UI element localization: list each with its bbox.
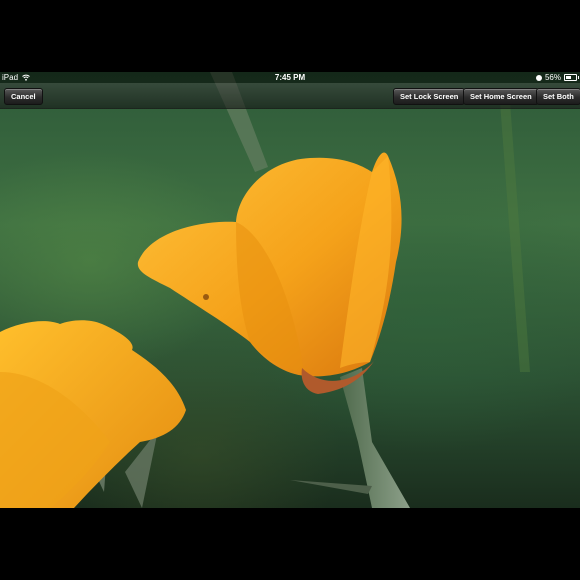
battery-fill: [566, 76, 572, 79]
wallpaper-toolbar: Cancel Set Lock Screen Set Home Screen S…: [0, 83, 580, 109]
wallpaper-image: [0, 72, 530, 508]
status-right: 56%: [535, 72, 579, 83]
clock: 7:45 PM: [274, 73, 306, 82]
orientation-lock-icon: [535, 74, 542, 81]
set-home-screen-button[interactable]: Set Home Screen: [463, 88, 539, 105]
battery-percent: 56%: [544, 73, 561, 82]
cancel-button[interactable]: Cancel: [4, 88, 43, 105]
wallpaper-preview: [0, 72, 580, 508]
set-lock-screen-button[interactable]: Set Lock Screen: [393, 88, 466, 105]
set-both-button[interactable]: Set Both: [536, 88, 580, 105]
battery-icon: [564, 74, 579, 81]
status-bar: iPad 7:45 PM 56%: [0, 72, 580, 83]
